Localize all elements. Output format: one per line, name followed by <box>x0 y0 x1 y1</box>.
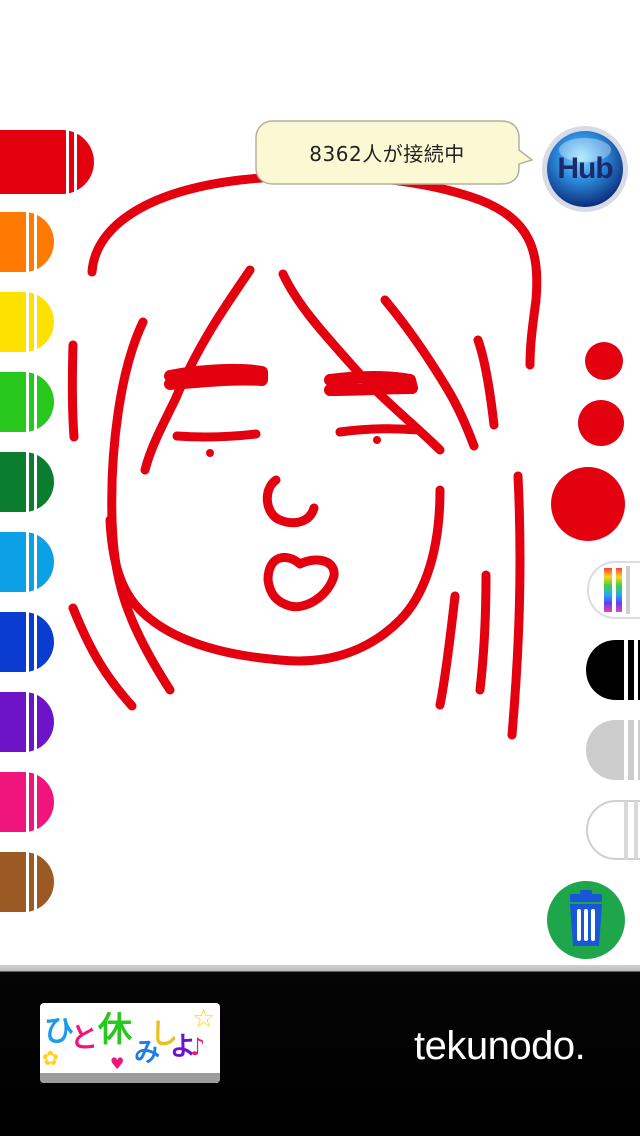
rainbow-crayon[interactable] <box>586 560 640 620</box>
mouth-stroke <box>263 552 339 612</box>
gray-crayon[interactable] <box>586 720 640 780</box>
right-hair-stroke <box>473 335 499 430</box>
brand-logo: tekunodo. <box>414 1024 586 1068</box>
crayon-purple[interactable] <box>0 692 54 752</box>
svg-text:☆: ☆ <box>192 1004 215 1034</box>
crayon-blue[interactable] <box>0 612 54 672</box>
svg-text:♪: ♪ <box>190 1033 205 1061</box>
crayon-orange-icon <box>0 212 54 272</box>
crayon-light-green-icon <box>0 372 54 432</box>
online-count-bubble: 8362人が接続中 <box>255 120 535 186</box>
promo-banner[interactable]: ひ と 休 み し よ ♪ ✿ ♥ ☆ <box>40 1003 220 1083</box>
eraser-crayon[interactable] <box>585 800 640 860</box>
middle-bang-stroke <box>278 269 445 455</box>
left-strand-1 <box>67 340 79 442</box>
crayon-red[interactable] <box>0 130 94 194</box>
crayon-sky-blue[interactable] <box>0 532 54 592</box>
brush-size-medium[interactable] <box>578 400 624 446</box>
right-strand-1 <box>507 471 525 740</box>
nose-stroke <box>262 475 319 528</box>
svg-text:✿: ✿ <box>42 1046 59 1070</box>
left-eye-stroke <box>172 429 261 442</box>
trash-button[interactable] <box>546 880 626 960</box>
gray-crayon-icon <box>586 720 640 780</box>
crayon-pink-icon <box>0 772 54 832</box>
hub-label: Hub <box>557 152 613 185</box>
right-strand-2 <box>435 591 460 710</box>
brush-size-small[interactable] <box>585 342 623 380</box>
left-hair-stroke <box>107 317 175 695</box>
left-pupil-dot <box>206 449 214 457</box>
crayon-sky-blue-icon <box>0 532 54 592</box>
crayon-brown-icon <box>0 852 54 912</box>
right-eye-stroke <box>335 424 423 437</box>
black-crayon-icon <box>586 640 640 700</box>
trash-icon <box>547 881 625 959</box>
crayon-blue-icon <box>0 612 54 672</box>
crayon-brown[interactable] <box>0 852 54 912</box>
left-strand-2 <box>68 603 137 711</box>
black-crayon[interactable] <box>586 640 640 700</box>
eraser-crayon-icon <box>585 800 640 860</box>
left-eyebrow-stroke <box>164 363 268 390</box>
brush-size-large[interactable] <box>551 467 625 541</box>
promo-logo: ひ と 休 み し よ ♪ ✿ ♥ ☆ <box>42 1004 215 1073</box>
crayon-yellow[interactable] <box>0 292 54 352</box>
crayon-red-icon <box>0 130 94 194</box>
svg-text:休: 休 <box>97 1010 133 1050</box>
right-strand-3 <box>475 570 491 695</box>
crayon-purple-icon <box>0 692 54 752</box>
rainbow-crayon-icon <box>586 561 640 619</box>
crayon-dark-green-icon <box>0 452 54 512</box>
svg-text:と: と <box>70 1021 98 1054</box>
svg-text:♥: ♥ <box>110 1054 124 1073</box>
crayon-dark-green[interactable] <box>0 452 54 512</box>
crayon-light-green[interactable] <box>0 372 54 432</box>
crayon-pink[interactable] <box>0 772 54 832</box>
promo-shadow <box>40 1073 220 1083</box>
drawing-canvas[interactable]: 8362人が接続中 Hub <box>0 0 640 965</box>
hair-outline-stroke <box>87 171 542 370</box>
crayon-yellow-icon <box>0 292 54 352</box>
right-pupil-dot <box>373 436 381 444</box>
right-eyebrow-stroke <box>324 371 418 396</box>
online-count-text: 8362人が接続中 <box>309 141 465 166</box>
crayon-orange[interactable] <box>0 212 54 272</box>
hub-button[interactable]: Hub <box>540 124 630 214</box>
